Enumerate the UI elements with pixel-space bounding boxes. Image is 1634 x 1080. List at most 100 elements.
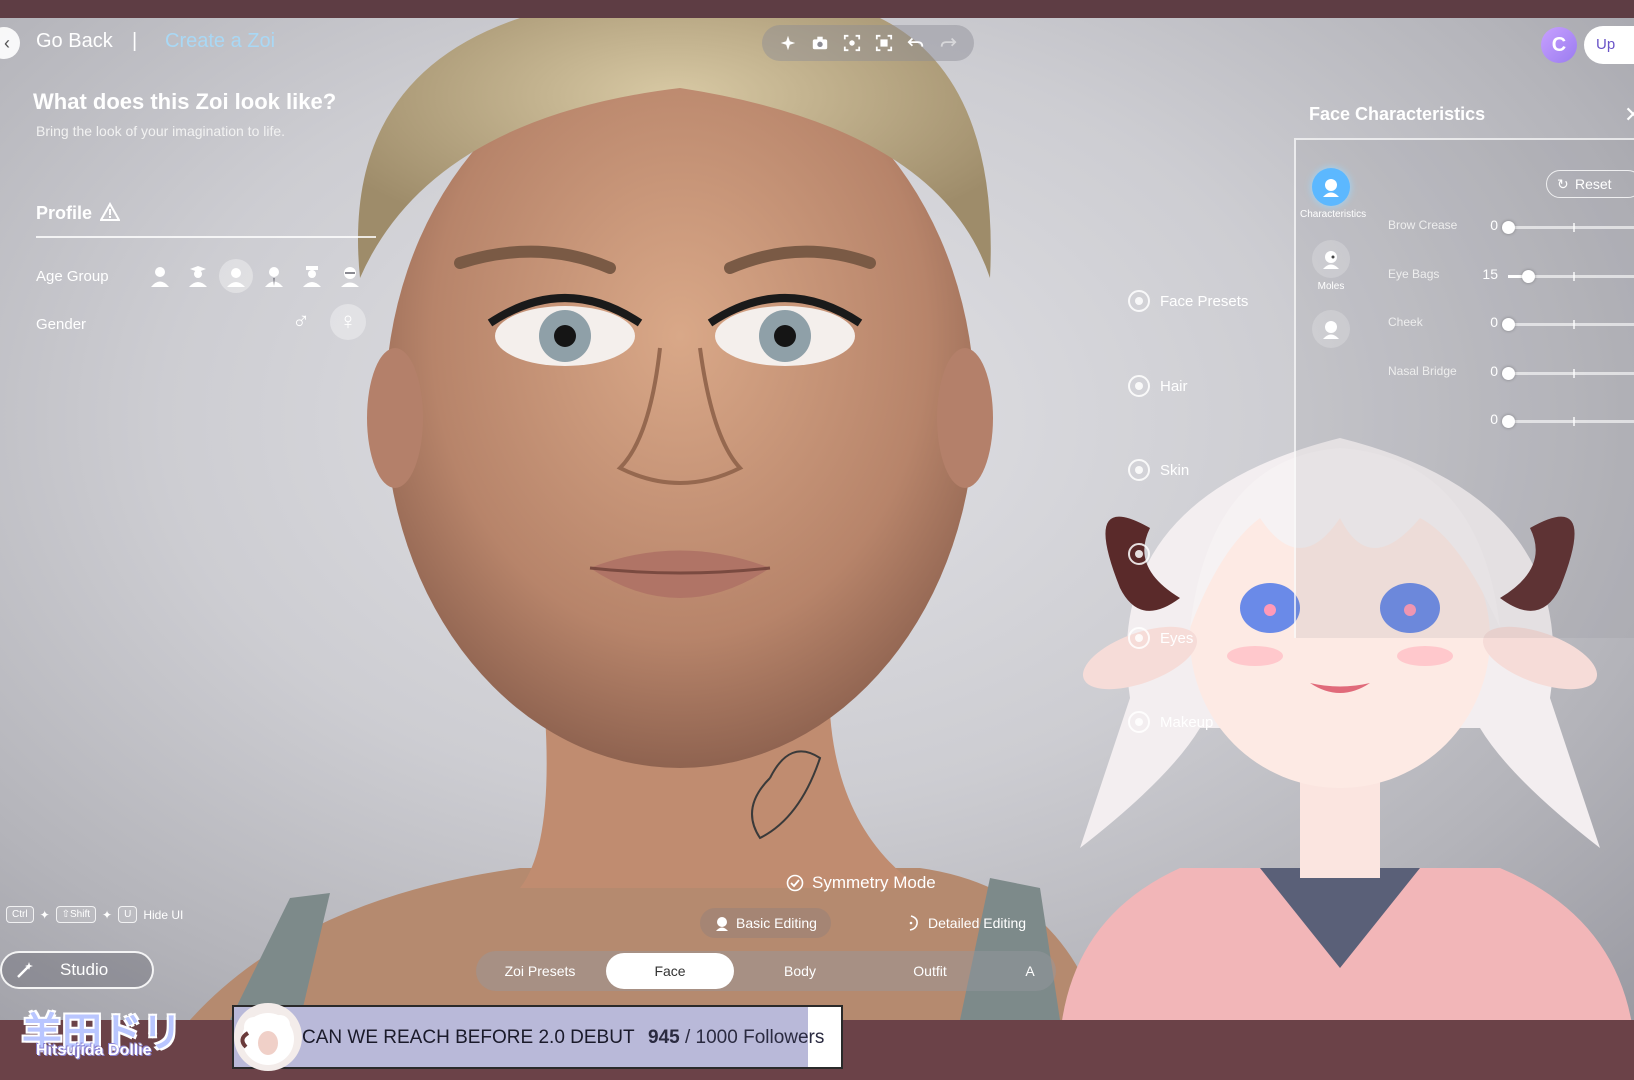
fullscreen-focus-icon[interactable] [871, 30, 897, 56]
logo-english: Hitsujida Dollie [36, 1042, 152, 1059]
tab-face[interactable]: Face [606, 953, 734, 989]
category-makeup[interactable]: Makeup [1128, 711, 1213, 733]
radio-icon [1128, 375, 1150, 397]
slider-center-tick [1573, 417, 1575, 426]
breadcrumb-create-zoi: Create a Zoi [165, 30, 276, 52]
tab-body[interactable]: Body [736, 953, 864, 989]
symmetry-mode-toggle[interactable]: Symmetry Mode [786, 873, 936, 893]
close-icon[interactable]: ✕ [1624, 102, 1634, 128]
slider-value: 0 [1490, 363, 1498, 379]
goal-title: CAN WE REACH BEFORE 2.0 DEBUT [302, 1027, 635, 1048]
logo-japanese: 羊田ドリー [22, 1010, 182, 1080]
magic-wand-icon [17, 962, 33, 978]
profile-divider [36, 236, 376, 238]
follower-goal-bar: CAN WE REACH BEFORE 2.0 DEBUT 945 / 1000… [232, 1003, 843, 1071]
tab-face-part[interactable] [1300, 310, 1362, 351]
face-characteristics-icon [1312, 168, 1350, 206]
age-adult-icon[interactable] [257, 259, 291, 293]
radio-icon [1128, 627, 1150, 649]
tab-accessories[interactable]: A [966, 953, 1056, 989]
slider-center-tick [1573, 369, 1575, 378]
page-subtitle: Bring the look of your imagination to li… [36, 123, 286, 139]
basic-editing-button[interactable]: Basic Editing [700, 908, 831, 938]
face-characteristics-title: Face Characteristics [1309, 104, 1486, 124]
slider-knob[interactable] [1502, 318, 1515, 331]
go-back-link[interactable]: Go Back [36, 30, 113, 53]
streamer-logo: 羊田ドリー Hitsujida Dollie [16, 1000, 216, 1080]
age-young-adult-icon[interactable] [219, 259, 253, 293]
key-u: U [118, 906, 138, 923]
studio-button[interactable]: Studio [0, 951, 154, 989]
key-shift: ⇧Shift [55, 906, 97, 923]
focus-icon[interactable] [839, 30, 865, 56]
camera-icon[interactable] [807, 30, 833, 56]
key-ctrl: Ctrl [6, 906, 34, 923]
plus-icon: ✦ [39, 907, 50, 922]
slider-value: 0 [1490, 217, 1498, 233]
view-toolbar [762, 25, 974, 61]
moles-icon [1312, 240, 1350, 278]
gender-female-button[interactable]: ♀ [330, 304, 366, 340]
slider-knob[interactable] [1502, 367, 1515, 380]
radio-icon [1128, 290, 1150, 312]
plus-icon: ✦ [102, 907, 113, 922]
gender-label: Gender [36, 316, 87, 333]
breadcrumb-separator: | [132, 30, 138, 52]
sheep-mascot-icon [234, 1003, 302, 1071]
window-top-border [0, 0, 1634, 18]
undo-icon[interactable] [903, 30, 929, 56]
goal-count: 945 / 1000 Followers [648, 1027, 825, 1048]
category-4[interactable] [1128, 543, 1160, 565]
age-middle-aged-icon[interactable] [295, 259, 329, 293]
radio-icon [1128, 711, 1150, 733]
tab-zoi-presets[interactable]: Zoi Presets [476, 953, 604, 989]
face-detail-icon [909, 915, 918, 931]
category-hair[interactable]: Hair [1128, 375, 1188, 397]
slider-knob[interactable] [1502, 415, 1515, 428]
slider-track[interactable] [1508, 270, 1634, 283]
slider-label: Brow Crease [1388, 218, 1458, 232]
radio-icon [1128, 459, 1150, 481]
upgrade-button[interactable]: Up [1584, 26, 1634, 64]
profile-heading: Profile [36, 203, 93, 223]
slider-track[interactable] [1502, 367, 1634, 380]
check-circle-icon [786, 874, 804, 892]
slider-center-tick [1573, 223, 1575, 232]
age-toddler-icon[interactable] [143, 259, 177, 293]
slider-value: 0 [1490, 314, 1498, 330]
category-skin[interactable]: Skin [1128, 459, 1189, 481]
detailed-editing-button[interactable]: Detailed Editing [892, 908, 1040, 938]
slider-label: Nasal Bridge [1388, 364, 1457, 378]
gender-male-button[interactable]: ♂ [283, 304, 319, 340]
slider-value: 0 [1490, 411, 1498, 427]
slider-track[interactable] [1502, 221, 1634, 234]
slider-knob[interactable] [1521, 270, 1535, 283]
slider-track[interactable] [1502, 318, 1634, 331]
slider-center-tick [1573, 272, 1575, 281]
reset-button[interactable]: ↻ Reset [1546, 170, 1634, 198]
slider-value: 15 [1482, 266, 1498, 282]
slider-label: Eye Bags [1388, 267, 1440, 281]
hide-ui-shortcut: Ctrl ✦ ⇧Shift ✦ U Hide UI [6, 906, 183, 923]
refresh-icon: ↻ [1557, 176, 1569, 192]
age-student-icon[interactable] [181, 259, 215, 293]
warning-icon [100, 202, 120, 221]
age-group-label: Age Group [36, 268, 109, 285]
face-part-icon [1312, 310, 1350, 348]
sparkle-icon[interactable] [775, 30, 801, 56]
slider-track[interactable] [1502, 415, 1634, 428]
slider-center-tick [1573, 320, 1575, 329]
radio-icon [1128, 543, 1150, 565]
currency-icon[interactable]: C [1541, 27, 1577, 63]
category-eyes[interactable]: Eyes [1128, 627, 1193, 649]
main-tab-bar: Zoi Presets Face Body Outfit A [476, 951, 1056, 991]
slider-knob[interactable] [1502, 221, 1515, 234]
face-edit-icon [716, 917, 728, 931]
age-elder-icon[interactable] [333, 259, 367, 293]
tab-characteristics[interactable]: Characteristics [1300, 168, 1366, 220]
slider-label: Cheek [1388, 315, 1423, 329]
page-title: What does this Zoi look like? [33, 89, 337, 114]
category-face-presets[interactable]: Face Presets [1128, 290, 1248, 312]
tab-moles[interactable]: Moles [1300, 240, 1362, 292]
redo-icon[interactable] [935, 30, 961, 56]
